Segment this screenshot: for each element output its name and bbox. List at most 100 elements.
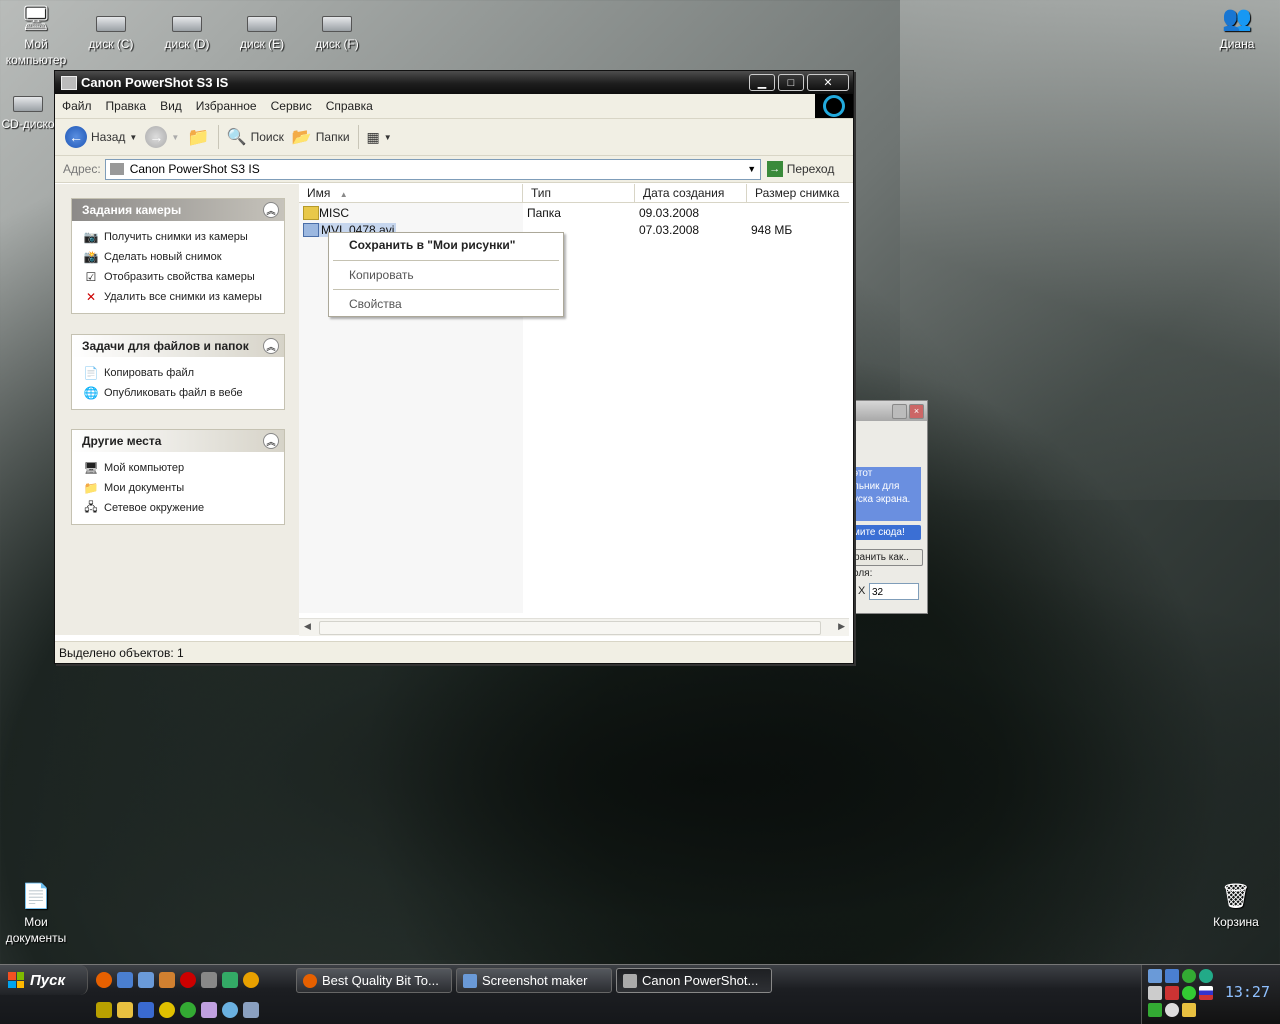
task-get-pictures[interactable]: 📷 Получить снимки из камеры (84, 227, 284, 247)
scroll-thumb[interactable] (319, 621, 821, 635)
chevron-down-icon[interactable]: ▼ (744, 160, 760, 179)
menu-edit[interactable]: Правка (99, 99, 154, 113)
info-icon[interactable] (243, 972, 259, 988)
up-folder-button[interactable]: 📁 (187, 127, 209, 148)
size-input[interactable]: 32 (869, 583, 919, 600)
start-button[interactable]: Пуск (0, 965, 88, 995)
column-header-date[interactable]: Дата создания (635, 184, 747, 202)
app-icon[interactable] (117, 1002, 133, 1018)
panel-header[interactable]: Задания камеры ︽ (72, 199, 284, 221)
horizontal-scrollbar[interactable]: ◀ ▶ (299, 618, 849, 636)
app-icon[interactable] (222, 1002, 238, 1018)
app-icon[interactable] (159, 1002, 175, 1018)
firefox-icon[interactable] (96, 972, 112, 988)
network-icon[interactable] (1148, 969, 1162, 983)
taskbar-button-bittorrent[interactable]: Best Quality Bit To... (296, 968, 452, 993)
capture-button[interactable]: мите сюда! (853, 525, 921, 540)
address-input[interactable]: Canon PowerShot S3 IS ▼ (104, 158, 761, 180)
task-copy-file[interactable]: 📄 Копировать файл (84, 363, 284, 383)
collapse-icon[interactable]: ︽ (263, 338, 279, 354)
desktop-icon-my-documents[interactable]: 📄 Мои документы (0, 882, 74, 946)
search-button[interactable]: 🔍 Поиск (227, 127, 284, 147)
app-icon[interactable] (159, 972, 175, 988)
app-icon[interactable] (1148, 1003, 1162, 1017)
app-icon[interactable] (138, 1002, 154, 1018)
task-camera-properties[interactable]: ☑ Отобразить свойства камеры (84, 267, 284, 287)
antivirus-icon[interactable] (1165, 986, 1179, 1000)
app-icon[interactable] (222, 972, 238, 988)
close-button[interactable]: ✕ (807, 74, 849, 91)
panel-header[interactable]: Другие места ︽ (72, 430, 284, 452)
task-take-picture[interactable]: 📸 Сделать новый снимок (84, 247, 284, 267)
scroll-left-icon[interactable]: ◀ (304, 621, 311, 632)
app-icon[interactable] (1199, 969, 1213, 983)
menu-favorites[interactable]: Избранное (189, 99, 264, 113)
minimize-button[interactable] (892, 404, 907, 419)
place-label: Мои документы (104, 482, 185, 494)
taskbar-button-canon[interactable]: Canon PowerShot... (616, 968, 772, 993)
app-icon[interactable] (1182, 986, 1196, 1000)
menu-file[interactable]: Файл (55, 99, 99, 113)
column-header-size[interactable]: Размер снимка (747, 184, 849, 202)
menu-help[interactable]: Справка (319, 99, 380, 113)
folders-button[interactable]: 📂 Папки (292, 127, 350, 147)
views-button[interactable]: ▦ ▼ (367, 129, 392, 146)
window-titlebar[interactable]: Canon PowerShot S3 IS ▁ □ ✕ (55, 71, 853, 94)
app-icon[interactable] (201, 1002, 217, 1018)
back-button[interactable]: ← Назад ▼ (65, 126, 137, 148)
forward-button[interactable]: → ▼ (145, 126, 179, 148)
desktop-icon-drive-e[interactable]: диск (E) (224, 4, 300, 52)
desktop-icon-label: диск (D) (164, 37, 210, 51)
opera-icon[interactable] (180, 972, 196, 988)
file-size: 948 МБ (751, 223, 793, 237)
desktop-icon-user[interactable]: 👥 Диана (1199, 4, 1275, 52)
task-delete-all[interactable]: ✕ Удалить все снимки из камеры (84, 287, 284, 307)
drive-icon (171, 4, 203, 34)
app-icon[interactable] (180, 1002, 196, 1018)
minimize-button[interactable]: ▁ (749, 74, 775, 91)
collapse-icon[interactable]: ︽ (263, 202, 279, 218)
app-icon[interactable] (201, 972, 217, 988)
column-header-type[interactable]: Тип (523, 184, 635, 202)
taskbar-button-screenshot-maker[interactable]: Screenshot maker (456, 968, 612, 993)
volume-icon[interactable] (1148, 986, 1162, 1000)
column-header-name[interactable]: Имя ▲ (299, 184, 523, 202)
desktop-icon-drive-d[interactable]: диск (D) (149, 4, 225, 52)
app-icon[interactable] (96, 1002, 112, 1018)
chevron-down-icon[interactable]: ▼ (171, 133, 179, 142)
desktop-icon-my-computer[interactable]: 🖥 Мой компьютер (0, 4, 74, 68)
place-my-documents[interactable]: 📁 Мои документы (84, 478, 284, 498)
desktop-icon-drive-f[interactable]: диск (F) (299, 4, 375, 52)
screenshot-maker-dialog: × этот льник для уска экрана. мите сюда!… (852, 400, 928, 614)
menu-tools[interactable]: Сервис (264, 99, 319, 113)
app-icon[interactable] (243, 1002, 259, 1018)
panel-header[interactable]: Задачи для файлов и папок ︽ (72, 335, 284, 357)
scroll-right-icon[interactable]: ▶ (838, 621, 845, 632)
desktop-icon-recycle-bin[interactable]: 🗑 Корзина (1198, 882, 1274, 930)
language-flag-icon[interactable] (1199, 986, 1213, 1000)
place-my-computer[interactable]: 🖥 Мой компьютер (83, 458, 284, 478)
icq-icon[interactable] (1182, 969, 1196, 983)
app-icon[interactable] (1182, 1003, 1196, 1017)
file-row[interactable]: MISC Папка 09.03.2008 (299, 205, 849, 221)
task-publish-web[interactable]: 🌐 Опубликовать файл в вебе (84, 383, 284, 403)
save-as-button[interactable]: ранить как.. (853, 549, 923, 566)
place-network[interactable]: 🖧 Сетевое окружение (84, 498, 284, 518)
collapse-icon[interactable]: ︽ (263, 433, 279, 449)
chevron-down-icon[interactable]: ▼ (129, 133, 137, 142)
menu-item-copy[interactable]: Копировать (329, 264, 563, 286)
maximize-button[interactable]: □ (778, 74, 804, 91)
network-icon[interactable] (1165, 969, 1179, 983)
show-desktop-icon[interactable] (117, 972, 133, 988)
clock[interactable]: 13:27 (1225, 983, 1270, 1001)
desktop-icon-drive-c[interactable]: диск (C) (73, 4, 149, 52)
search-label: Поиск (250, 130, 284, 144)
tray-icons (1148, 969, 1218, 1017)
go-button[interactable]: → Переход (766, 161, 834, 177)
close-button[interactable]: × (909, 404, 924, 419)
wireless-icon[interactable] (1165, 1003, 1179, 1017)
menu-item-save-to-pictures[interactable]: Сохранить в "Мои рисунки" (329, 233, 563, 257)
menu-view[interactable]: Вид (153, 99, 189, 113)
app-icon[interactable] (138, 972, 154, 988)
menu-item-properties[interactable]: Свойства (329, 293, 563, 315)
